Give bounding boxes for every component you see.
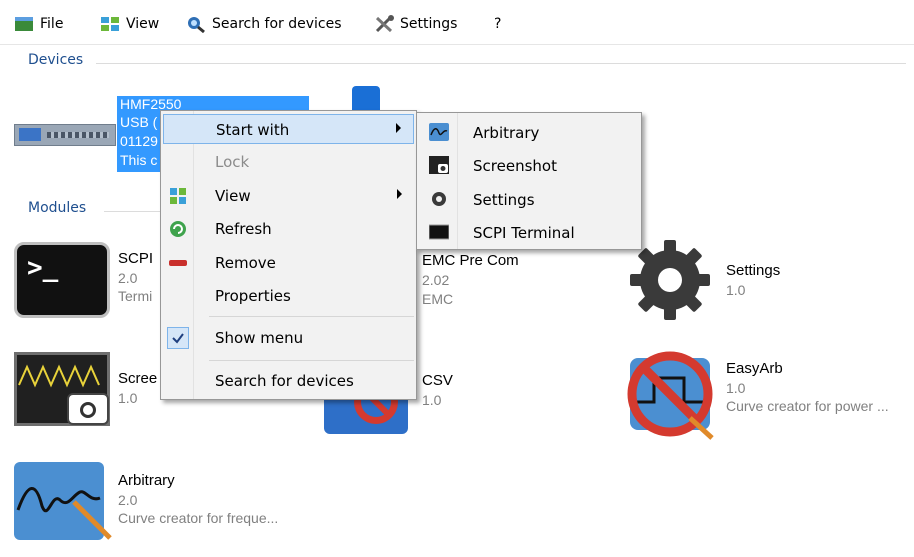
module-name: EasyArb	[726, 360, 783, 377]
module-name: Scree	[118, 370, 158, 387]
file-menu[interactable]: File	[14, 12, 63, 36]
menu-item-label: Refresh	[215, 220, 272, 238]
module-description: EMC	[422, 291, 454, 307]
menu-item-lock[interactable]: Lock	[163, 147, 414, 177]
context-menu: Start with Lock View Refresh Remove Prop…	[160, 110, 417, 400]
menu-separator	[209, 316, 414, 317]
submenu-arrow-icon	[396, 123, 401, 133]
menu-item-label: Start with	[216, 121, 290, 139]
view-menu-label: View	[126, 16, 160, 32]
module-version: 1.0	[726, 282, 746, 298]
device-buttons	[47, 132, 109, 138]
tools-icon	[374, 15, 394, 33]
submenu-item-label: Arbitrary	[473, 124, 540, 142]
module-description: Curve creator for power ...	[726, 398, 889, 414]
terminal-icon	[428, 223, 450, 241]
arbitrary-icon	[429, 123, 449, 141]
module-version: 1.0	[422, 392, 442, 408]
menu-item-label: Properties	[215, 287, 291, 305]
module-version: 2.0	[118, 270, 138, 286]
module-version: 2.0	[118, 492, 138, 508]
settings-menu[interactable]: Settings	[374, 12, 457, 36]
submenu-item-arbitrary[interactable]: Arbitrary	[419, 117, 639, 147]
menu-item-refresh[interactable]: Refresh	[163, 214, 414, 244]
device-image[interactable]	[14, 124, 116, 146]
submenu-item-settings[interactable]: Settings	[419, 184, 639, 214]
menu-item-label: Search for devices	[215, 372, 354, 390]
arbitrary-module-icon[interactable]	[14, 462, 112, 540]
menu-item-label: Show menu	[215, 329, 304, 347]
device-description: This c	[120, 152, 158, 168]
search-icon	[186, 15, 206, 34]
menu-item-view[interactable]: View	[163, 181, 414, 211]
screenshot-module-icon[interactable]	[14, 352, 110, 426]
help-menu[interactable]: ?	[494, 12, 501, 36]
devices-divider	[96, 63, 906, 64]
submenu-arrow-icon	[397, 189, 402, 199]
menu-item-properties[interactable]: Properties	[163, 281, 414, 311]
menu-item-start-with[interactable]: Start with	[163, 114, 414, 144]
search-devices-label: Search for devices	[212, 16, 342, 32]
module-name: CSV	[422, 372, 453, 389]
menu-item-search-devices[interactable]: Search for devices	[163, 366, 414, 396]
view-menu[interactable]: View	[100, 12, 159, 36]
view-grid-icon	[100, 15, 120, 33]
module-name: Arbitrary	[118, 472, 175, 489]
menu-item-label: View	[215, 187, 251, 205]
file-menu-label: File	[40, 16, 64, 32]
device-serial: 01129	[120, 133, 158, 149]
module-version: 1.0	[726, 380, 746, 396]
menu-item-label: Remove	[215, 254, 276, 272]
device-screen	[19, 128, 41, 141]
start-with-submenu: Arbitrary Screenshot Settings SCPI Termi…	[416, 112, 642, 250]
module-version: 2.02	[422, 272, 450, 288]
module-name: Settings	[726, 262, 781, 279]
module-version: 1.0	[118, 390, 138, 406]
view-grid-icon	[169, 187, 187, 205]
modules-divider	[104, 211, 160, 212]
easyarb-module-icon[interactable]	[624, 348, 716, 440]
submenu-item-screenshot[interactable]: Screenshot	[419, 150, 639, 180]
module-description: Termi	[118, 288, 153, 304]
scpi-module-icon[interactable]: >_	[14, 242, 110, 318]
modules-section-label: Modules	[28, 200, 87, 216]
menu-bar: File View Search for devices Settings ?	[0, 0, 914, 45]
submenu-item-label: Screenshot	[473, 157, 557, 175]
file-icon	[14, 15, 34, 33]
search-devices-menu[interactable]: Search for devices	[186, 12, 342, 36]
module-name: SCPI	[118, 250, 154, 267]
remove-icon	[169, 254, 187, 272]
submenu-item-scpi-terminal[interactable]: SCPI Terminal	[419, 217, 639, 247]
camera-icon	[67, 393, 109, 425]
submenu-item-label: SCPI Terminal	[473, 224, 575, 242]
module-name[interactable]: EMC Pre Com	[422, 252, 519, 269]
menu-item-label: Lock	[215, 153, 250, 171]
submenu-item-label: Settings	[473, 191, 535, 209]
menu-separator	[209, 360, 414, 361]
screenshot-icon	[429, 156, 449, 174]
devices-section-label: Devices	[28, 52, 84, 68]
module-description: Curve creator for freque...	[118, 510, 279, 526]
refresh-icon	[169, 220, 187, 238]
settings-menu-label: Settings	[400, 16, 458, 32]
device-connection: USB (	[120, 114, 158, 130]
menu-item-show-menu[interactable]: Show menu	[163, 323, 414, 353]
check-icon	[167, 327, 189, 349]
menu-item-remove[interactable]: Remove	[163, 248, 414, 278]
gear-icon	[429, 190, 449, 208]
help-menu-label: ?	[494, 16, 502, 32]
